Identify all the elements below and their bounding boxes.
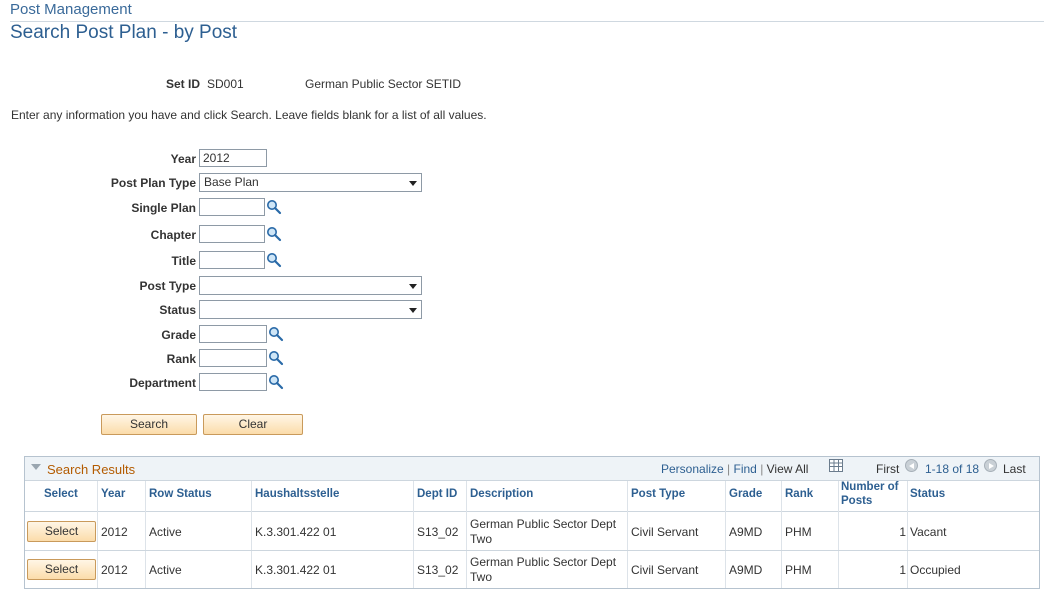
col-header-number-of[interactable]: Number of — [841, 481, 899, 493]
title-label: Title — [171, 254, 196, 268]
cell-status: Vacant — [910, 525, 947, 539]
col-divider — [725, 481, 726, 588]
download-grid-icon[interactable] — [829, 459, 843, 472]
title-input[interactable] — [199, 251, 265, 269]
col-divider — [627, 481, 628, 588]
post-plan-type-label: Post Plan Type — [110, 176, 196, 190]
grade-input[interactable] — [199, 325, 267, 343]
last-label: Last — [1003, 462, 1026, 476]
chapter-lookup-icon[interactable] — [266, 226, 282, 242]
year-label: Year — [170, 152, 196, 166]
grid-divider — [25, 511, 1039, 512]
col-divider — [466, 481, 467, 588]
chevron-down-icon — [409, 308, 417, 313]
grade-label: Grade — [161, 328, 196, 342]
rank-input[interactable] — [199, 349, 267, 367]
col-divider — [907, 481, 908, 588]
grid-divider — [25, 550, 1039, 551]
instructions-text: Enter any information you have and click… — [11, 108, 487, 122]
breadcrumb[interactable]: Post Management — [10, 1, 132, 18]
cell-description-line2: Two — [470, 570, 493, 584]
cell-year: 2012 — [101, 563, 128, 577]
col-header-haushaltsstelle[interactable]: Haushaltsstelle — [255, 488, 339, 500]
cell-row-status: Active — [149, 525, 182, 539]
cell-post-type: Civil Servant — [631, 525, 699, 539]
department-input[interactable] — [199, 373, 267, 391]
rank-lookup-icon[interactable] — [268, 350, 284, 366]
single-plan-label: Single Plan — [131, 201, 196, 215]
single-plan-input[interactable] — [199, 198, 265, 216]
col-header-posts[interactable]: Posts — [841, 495, 872, 507]
cell-description-line1: German Public Sector Dept — [470, 555, 617, 569]
collapse-triangle-icon[interactable] — [31, 464, 41, 470]
chapter-input[interactable] — [199, 225, 265, 243]
cell-year: 2012 — [101, 525, 128, 539]
col-header-status[interactable]: Status — [910, 488, 945, 500]
first-label: First — [876, 462, 900, 476]
single-plan-lookup-icon[interactable] — [266, 199, 282, 215]
chevron-down-icon — [409, 284, 417, 289]
previous-arrow-icon[interactable] — [905, 459, 918, 472]
view-all-link[interactable]: View All — [767, 462, 809, 476]
search-button[interactable]: Search — [101, 414, 197, 435]
row-select-button[interactable]: Select — [27, 559, 96, 580]
year-input[interactable]: 2012 — [199, 149, 267, 167]
rank-label: Rank — [166, 352, 196, 366]
cell-post-type: Civil Servant — [631, 563, 699, 577]
chevron-down-icon — [409, 181, 417, 186]
grade-lookup-icon[interactable] — [268, 326, 284, 342]
clear-button[interactable]: Clear — [203, 414, 303, 435]
cell-description-line2: Two — [470, 532, 493, 546]
department-label: Department — [129, 376, 196, 390]
post-type-label: Post Type — [139, 279, 196, 293]
find-link[interactable]: Find — [734, 462, 757, 476]
setid-value: SD001 — [207, 77, 244, 91]
cell-status: Occupied — [910, 563, 961, 577]
col-header-year[interactable]: Year — [101, 488, 125, 500]
col-header-row-status[interactable]: Row Status — [149, 488, 212, 500]
col-divider — [97, 481, 98, 588]
results-title: Search Results — [47, 462, 136, 477]
status-select[interactable] — [199, 300, 422, 319]
cell-dept-id: S13_02 — [417, 563, 459, 577]
title-lookup-icon[interactable] — [266, 252, 282, 268]
col-divider — [251, 481, 252, 588]
personalize-link[interactable]: Personalize — [661, 462, 724, 476]
cell-num-posts: 1 — [899, 563, 906, 577]
chapter-label: Chapter — [150, 228, 196, 242]
cell-grade: A9MD — [729, 525, 763, 539]
cell-rank: PHM — [785, 525, 812, 539]
post-plan-type-value: Base Plan — [204, 175, 259, 189]
grid-toolbar: Personalize | Find | View All — [661, 462, 808, 476]
row-range: 1-18 of 18 — [925, 462, 980, 476]
cell-dept-id: S13_02 — [417, 525, 459, 539]
col-header-grade[interactable]: Grade — [729, 488, 762, 500]
cell-description-line1: German Public Sector Dept — [470, 517, 617, 531]
status-label: Status — [159, 303, 196, 317]
row-select-button[interactable]: Select — [27, 521, 96, 542]
col-header-post-type[interactable]: Post Type — [631, 488, 685, 500]
cell-haushaltsstelle: K.3.301.422 01 — [255, 563, 337, 577]
cell-row-status: Active — [149, 563, 182, 577]
post-type-select[interactable] — [199, 276, 422, 295]
cell-haushaltsstelle: K.3.301.422 01 — [255, 525, 337, 539]
setid-label: Set ID — [166, 77, 201, 91]
post-plan-type-select[interactable]: Base Plan — [199, 173, 422, 192]
col-divider — [781, 481, 782, 588]
cell-rank: PHM — [785, 563, 812, 577]
col-divider — [145, 481, 146, 588]
col-header-dept-id[interactable]: Dept ID — [417, 488, 457, 500]
department-lookup-icon[interactable] — [268, 374, 284, 390]
cell-grade: A9MD — [729, 563, 763, 577]
col-divider — [413, 481, 414, 588]
col-header-description[interactable]: Description — [470, 488, 533, 500]
cell-num-posts: 1 — [899, 525, 906, 539]
col-header-select: Select — [44, 488, 78, 500]
next-arrow-icon[interactable] — [984, 459, 997, 472]
page-title: Search Post Plan - by Post — [10, 22, 238, 43]
setid-description: German Public Sector SETID — [305, 77, 462, 91]
col-header-rank[interactable]: Rank — [785, 488, 813, 500]
